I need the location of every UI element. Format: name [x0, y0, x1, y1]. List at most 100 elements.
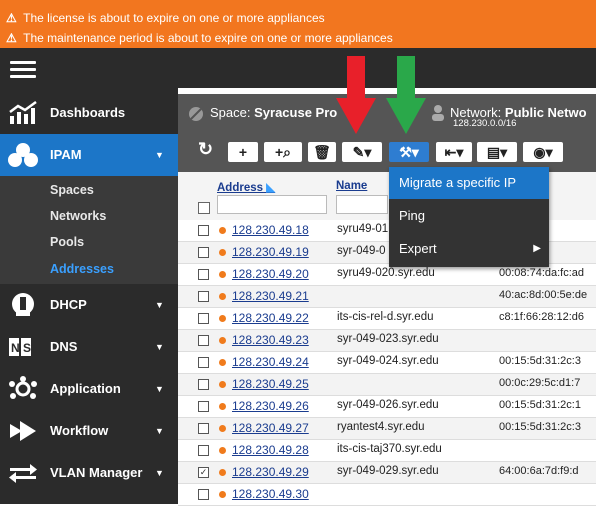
space-label: Space: [210, 105, 251, 120]
table-row[interactable]: 128.230.49.20 syru49-020.syr.edu 00:08:74:… [178, 264, 596, 286]
col-address[interactable]: Address ◣ [217, 180, 275, 194]
hostname: syr-049-024.syr.edu [337, 355, 439, 367]
ip-address-link[interactable]: 128.230.49.28 [232, 443, 309, 457]
mac-address: 00:0c:29:5c:d1:7 [499, 377, 581, 389]
delete-button[interactable]: 🗑 [308, 142, 336, 162]
maintenance-alert[interactable]: ⚠ The maintenance period is about to exp… [6, 30, 393, 46]
table-row[interactable]: 128.230.49.26 syr-049-026.syr.edu 00:15:5d… [178, 396, 596, 418]
ip-address-link[interactable]: 128.230.49.23 [232, 333, 309, 347]
mac-address: 00:15:5d:31:2c:1 [499, 399, 581, 411]
menu-item-migrate-ip[interactable]: Migrate a specific IP [389, 167, 549, 199]
row-checkbox[interactable] [198, 445, 209, 456]
report-icon: ▤▾ [486, 144, 508, 160]
hostname: syr-049-023.syr.edu [337, 333, 439, 345]
table-row[interactable]: 128.230.49.25 00:0c:29:5c:d1:7 [178, 374, 596, 396]
view-button[interactable]: ◉▾ [523, 142, 563, 162]
mac-address: 00:15:5d:31:2c:3 [499, 421, 581, 433]
row-checkbox[interactable] [198, 291, 209, 302]
refresh-icon[interactable]: ↻ [198, 139, 213, 160]
maintenance-alert-text: The maintenance period is about to expir… [23, 31, 393, 45]
caret-down-icon: ▼ [155, 150, 164, 160]
mac-address: 64:00:6a:7d:f9:d [499, 465, 579, 477]
hostname: ryantest4.syr.edu [337, 421, 425, 433]
table-row[interactable]: 128.230.49.27 ryantest4.syr.edu 00:15:5d:3… [178, 418, 596, 440]
sidebar-item-label: IPAM [50, 147, 82, 162]
table-row[interactable]: 128.230.49.22 its-cis-rel-d.syr.edu c8:1f:… [178, 308, 596, 330]
ip-address-link[interactable]: 128.230.49.24 [232, 355, 309, 369]
row-checkbox[interactable] [198, 225, 209, 236]
ip-address-link[interactable]: 128.230.49.29 [232, 465, 309, 479]
select-all-checkbox[interactable] [198, 202, 210, 214]
row-checkbox[interactable] [198, 401, 209, 412]
row-checkbox[interactable] [198, 335, 209, 346]
sidebar-item-dhcp[interactable]: DHCP ▼ [0, 284, 178, 326]
ip-address-link[interactable]: 128.230.49.22 [232, 311, 309, 325]
subnav-pools[interactable]: Pools [50, 229, 84, 255]
row-checkbox[interactable] [198, 269, 209, 280]
menu-item-expert[interactable]: Expert ▶ [389, 233, 549, 265]
table-row[interactable]: 128.230.49.24 syr-049-024.syr.edu 00:15:5d… [178, 352, 596, 374]
row-checkbox[interactable] [198, 379, 209, 390]
svg-text:N: N [11, 341, 20, 355]
row-checkbox[interactable] [198, 357, 209, 368]
menu-item-ping[interactable]: Ping [389, 200, 549, 232]
table-row[interactable]: 128.230.49.28 its-cis-taj370.syr.edu [178, 440, 596, 462]
sidebar-item-application[interactable]: Application ▼ [0, 368, 178, 410]
name-filter-input[interactable] [336, 195, 388, 214]
table-row[interactable]: 128.230.49.30 [178, 484, 596, 506]
warning-icon: ⚠ [6, 31, 17, 45]
col-name[interactable]: Name [336, 180, 367, 192]
status-dot-icon [219, 249, 226, 256]
edit-icon: ✎▾ [352, 144, 372, 160]
plus-icon: + [238, 144, 248, 160]
subnav-spaces[interactable]: Spaces [50, 177, 94, 203]
table-row[interactable]: 128.230.49.23 syr-049-023.syr.edu [178, 330, 596, 352]
row-checkbox[interactable]: ✓ [198, 467, 209, 478]
address-filter-input[interactable] [217, 195, 327, 214]
subnav-addresses[interactable]: Addresses [50, 256, 114, 282]
mac-address: 40:ac:8d:00:5e:de [499, 289, 588, 301]
row-checkbox[interactable] [198, 423, 209, 434]
edit-button[interactable]: ✎▾ [342, 142, 382, 162]
row-checkbox[interactable] [198, 247, 209, 258]
space-breadcrumb[interactable]: Space: Syracuse Pro [210, 105, 337, 120]
sidebar-item-ipam[interactable]: IPAM ▼ [0, 134, 178, 176]
subnav-networks[interactable]: Networks [50, 203, 106, 229]
ipam-cluster-icon [8, 143, 38, 167]
add-search-button[interactable]: +⌕ [264, 142, 302, 162]
ip-address-link[interactable]: 128.230.49.21 [232, 289, 309, 303]
status-dot-icon [219, 293, 226, 300]
ip-address-link[interactable]: 128.230.49.18 [232, 223, 309, 237]
ip-address-link[interactable]: 128.230.49.27 [232, 421, 309, 435]
row-checkbox[interactable] [198, 489, 209, 500]
sidebar-item-dns[interactable]: N S DNS ▼ [0, 326, 178, 368]
ip-address-link[interactable]: 128.230.49.26 [232, 399, 309, 413]
ip-address-link[interactable]: 128.230.49.30 [232, 487, 309, 501]
import-export-button[interactable]: ⇤▾ [436, 142, 472, 162]
space-value: Syracuse Pro [254, 105, 338, 120]
hamburger-menu-icon[interactable] [10, 61, 36, 82]
tools-button[interactable]: ⚒▾ [389, 142, 429, 162]
license-alert[interactable]: ⚠ The license is about to expire on one … [6, 10, 325, 26]
add-button[interactable]: + [228, 142, 258, 162]
sidebar-item-dashboards[interactable]: Dashboards [0, 92, 178, 134]
hostname: its-cis-rel-d.syr.edu [337, 311, 434, 323]
green-arrow-annotation [386, 56, 426, 134]
table-row[interactable]: ✓ 128.230.49.29 syr-049-029.syr.edu 64:00:6… [178, 462, 596, 484]
sort-icon: ◣ [266, 182, 276, 194]
ip-address-link[interactable]: 128.230.49.20 [232, 267, 309, 281]
row-checkbox[interactable] [198, 313, 209, 324]
warning-icon: ⚠ [6, 11, 17, 25]
hostname: syru49-01 [337, 223, 389, 235]
table-row[interactable]: 128.230.49.21 40:ac:8d:00:5e:de [178, 286, 596, 308]
caret-down-icon: ▼ [155, 426, 164, 436]
ip-address-link[interactable]: 128.230.49.25 [232, 377, 309, 391]
menu-item-label: Migrate a specific IP [399, 175, 517, 190]
status-dot-icon [219, 315, 226, 322]
sidebar-item-workflow[interactable]: Workflow ▼ [0, 410, 178, 452]
mac-address: c8:1f:66:28:12:d6 [499, 311, 585, 323]
dns-icon: N S [9, 338, 31, 356]
ip-address-link[interactable]: 128.230.49.19 [232, 245, 309, 259]
report-button[interactable]: ▤▾ [477, 142, 517, 162]
sidebar-item-vlan-manager[interactable]: VLAN Manager ▼ [0, 452, 178, 494]
